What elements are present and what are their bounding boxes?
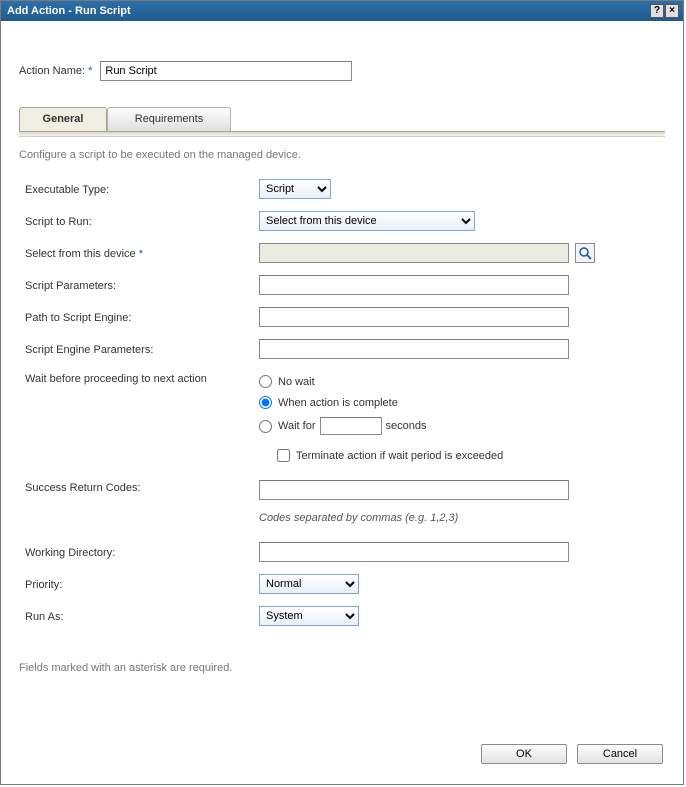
dialog-title: Add Action - Run Script (7, 4, 131, 17)
wait-for-row[interactable]: Wait for seconds (259, 417, 426, 435)
wait-no-wait-label: No wait (278, 376, 315, 388)
tabs: General Requirements (19, 107, 665, 131)
run-as-select[interactable]: System (259, 606, 359, 626)
terminate-row[interactable]: Terminate action if wait period is excee… (277, 449, 503, 462)
priority-select[interactable]: Normal (259, 574, 359, 594)
titlebar-controls: ? × (650, 4, 679, 18)
executable-type-select[interactable]: Script (259, 179, 331, 199)
action-name-label-text: Action Name: (19, 65, 85, 77)
row-success-codes: Success Return Codes: Codes separated by… (25, 480, 659, 524)
terminate-label: Terminate action if wait period is excee… (296, 450, 503, 462)
wait-for-label: Wait for (278, 420, 316, 432)
script-to-run-label: Script to Run: (25, 214, 259, 228)
executable-type-label: Executable Type: (25, 182, 259, 196)
action-name-label: Action Name: * (19, 65, 92, 77)
wait-radio-group: No wait When action is complete Wait for… (259, 371, 426, 435)
run-as-label: Run As: (25, 609, 259, 623)
wait-no-wait-row[interactable]: No wait (259, 375, 426, 388)
wait-complete-label: When action is complete (278, 397, 398, 409)
tab-requirements[interactable]: Requirements (107, 107, 231, 131)
form-area: Executable Type: Script Script to Run: S… (19, 179, 665, 626)
terminate-checkbox[interactable] (277, 449, 290, 462)
row-script-parameters: Script Parameters: (25, 275, 659, 295)
wait-label: Wait before proceeding to next action (25, 371, 259, 385)
required-asterisk: * (88, 65, 92, 77)
tab-description: Configure a script to be executed on the… (19, 149, 665, 161)
footer-note: Fields marked with an asterisk are requi… (19, 662, 665, 674)
path-engine-label: Path to Script Engine: (25, 310, 259, 324)
browse-button[interactable] (575, 243, 595, 263)
script-to-run-select[interactable]: Select from this device (259, 211, 475, 231)
search-icon (578, 246, 592, 260)
button-bar: OK Cancel (481, 744, 663, 764)
select-device-label-text: Select from this device (25, 248, 136, 260)
row-script-to-run: Script to Run: Select from this device (25, 211, 659, 231)
wait-seconds-input[interactable] (320, 417, 382, 435)
wait-complete-row[interactable]: When action is complete (259, 396, 426, 409)
wait-no-wait-radio[interactable] (259, 375, 272, 388)
engine-parameters-label: Script Engine Parameters: (25, 342, 259, 356)
required-asterisk: * (139, 248, 143, 260)
success-codes-hint: Codes separated by commas (e.g. 1,2,3) (259, 512, 458, 524)
row-path-engine: Path to Script Engine: (25, 307, 659, 327)
dialog: Add Action - Run Script ? × Action Name:… (0, 0, 684, 785)
tab-general[interactable]: General (19, 107, 107, 131)
wait-for-radio[interactable] (259, 420, 272, 433)
engine-parameters-input[interactable] (259, 339, 569, 359)
row-wait: Wait before proceeding to next action No… (25, 371, 659, 462)
close-button[interactable]: × (665, 4, 679, 18)
tab-strip (19, 131, 665, 137)
row-run-as: Run As: System (25, 606, 659, 626)
row-priority: Priority: Normal (25, 574, 659, 594)
script-parameters-label: Script Parameters: (25, 278, 259, 292)
select-device-label: Select from this device * (25, 246, 259, 260)
cancel-button[interactable]: Cancel (577, 744, 663, 764)
working-dir-input[interactable] (259, 542, 569, 562)
priority-label: Priority: (25, 577, 259, 591)
row-executable-type: Executable Type: Script (25, 179, 659, 199)
success-codes-input[interactable] (259, 480, 569, 500)
success-codes-label: Success Return Codes: (25, 480, 259, 494)
row-working-dir: Working Directory: (25, 542, 659, 562)
content: Action Name: * General Requirements Conf… (1, 21, 683, 690)
wait-seconds-label: seconds (386, 420, 427, 432)
row-engine-parameters: Script Engine Parameters: (25, 339, 659, 359)
row-select-device: Select from this device * (25, 243, 659, 263)
script-parameters-input[interactable] (259, 275, 569, 295)
ok-button[interactable]: OK (481, 744, 567, 764)
path-engine-input[interactable] (259, 307, 569, 327)
action-name-row: Action Name: * (19, 61, 665, 81)
working-dir-label: Working Directory: (25, 545, 259, 559)
action-name-input[interactable] (100, 61, 352, 81)
help-button[interactable]: ? (650, 4, 664, 18)
titlebar: Add Action - Run Script ? × (1, 1, 683, 21)
wait-complete-radio[interactable] (259, 396, 272, 409)
select-device-path (259, 243, 569, 263)
